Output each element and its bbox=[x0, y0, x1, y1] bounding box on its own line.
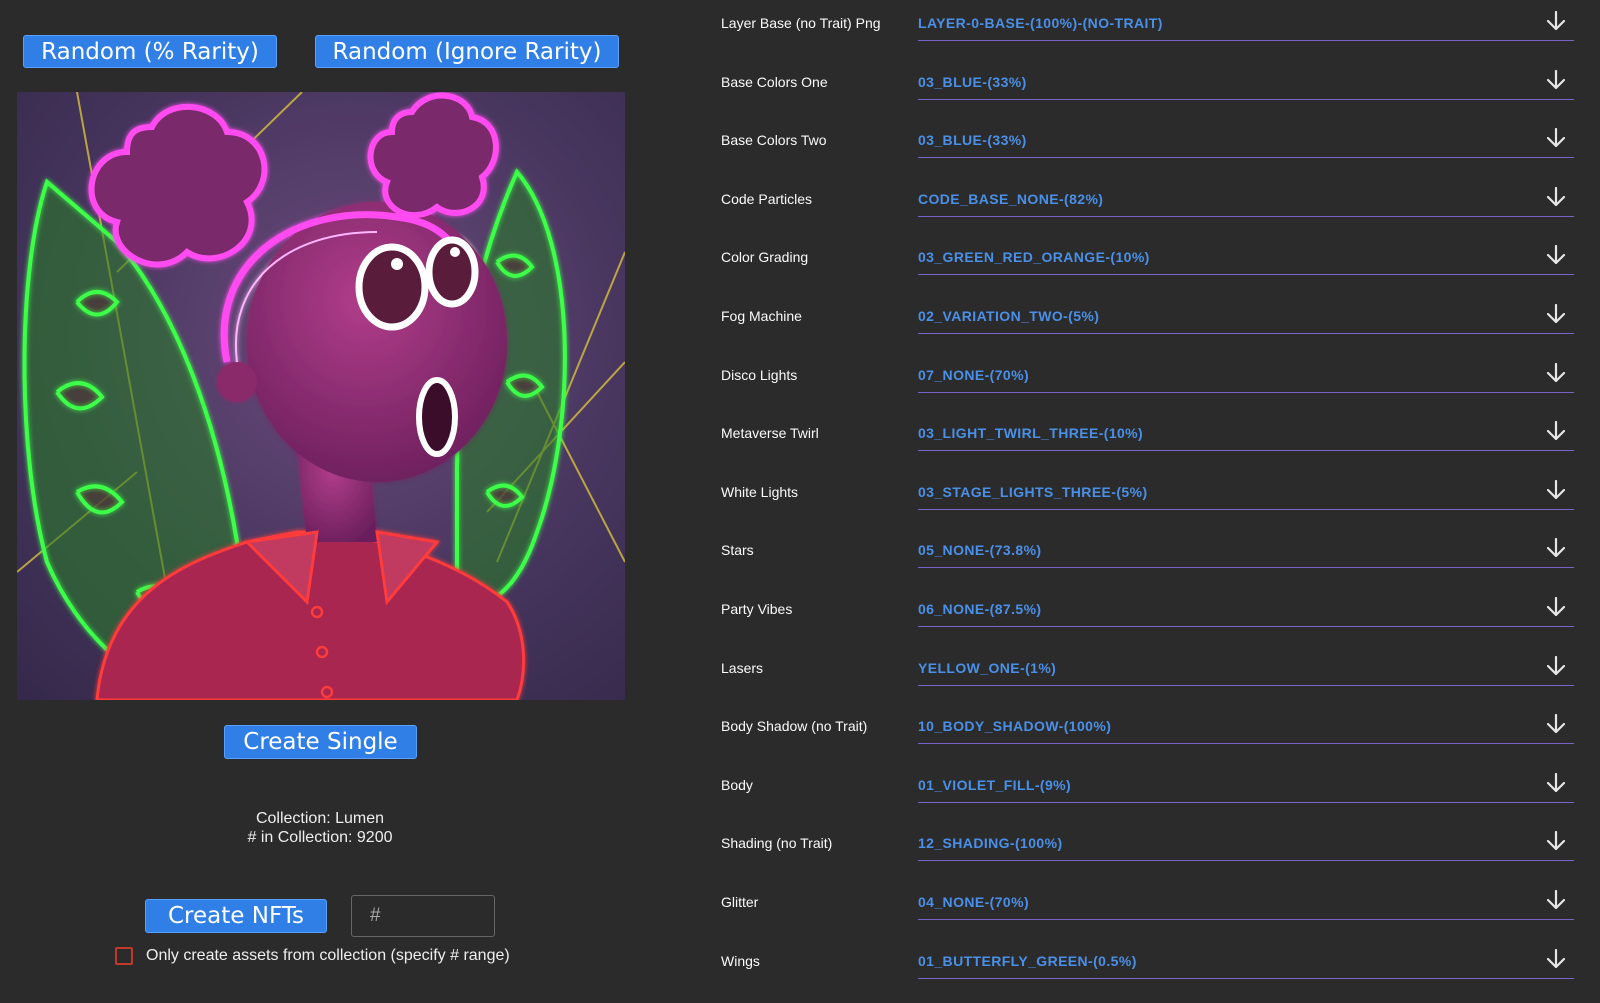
layer-name: Layer Base (no Trait) Png bbox=[721, 15, 881, 31]
layer-value: 06_NONE-(87.5%) bbox=[918, 601, 1042, 617]
arrow-down-icon[interactable] bbox=[1544, 654, 1568, 678]
layer-row: Stars 05_NONE-(73.8%) bbox=[721, 534, 1577, 592]
layer-row: Wings 01_BUTTERFLY_GREEN-(0.5%) bbox=[721, 945, 1577, 1003]
layer-value: 05_NONE-(73.8%) bbox=[918, 542, 1042, 559]
layer-row: Fog Machine 02_VARIATION_TWO-(5%) bbox=[721, 300, 1577, 358]
layer-name: Glitter bbox=[721, 894, 759, 910]
layer-select[interactable]: 02_VARIATION_TWO-(5%) bbox=[918, 300, 1574, 334]
layer-select[interactable]: 07_NONE-(70%) bbox=[918, 359, 1574, 393]
layer-value: 02_VARIATION_TWO-(5%) bbox=[918, 308, 1100, 324]
collection-name: Collection: Lumen bbox=[255, 810, 385, 827]
layer-value: 03_BLUE-(33%) bbox=[918, 73, 1027, 90]
layer-value: 03_BLUE-(33%) bbox=[918, 132, 1027, 149]
layer-row: Base Colors One 03_BLUE-(33%) bbox=[721, 66, 1577, 124]
layer-value: LAYER-0-BASE-(100%)-(NO-TRAIT) bbox=[918, 15, 1163, 31]
layer-value: 03_STAGE_LIGHTS_THREE-(5%) bbox=[918, 483, 1148, 500]
arrow-down-icon[interactable] bbox=[1544, 595, 1568, 619]
collection-range-checkbox[interactable] bbox=[115, 947, 133, 965]
layer-row: Lasers YELLOW_ONE-(1%) bbox=[721, 652, 1577, 710]
layer-name: White Lights bbox=[721, 483, 799, 500]
layer-row: Body Shadow (no Trait) 10_BODY_SHADOW-(10… bbox=[721, 710, 1577, 768]
layer-select[interactable]: YELLOW_ONE-(1%) bbox=[918, 652, 1574, 686]
layer-row: Color Grading 03_GREEN_RED_ORANGE-(10%) bbox=[721, 241, 1577, 299]
layer-name: Fog Machine bbox=[721, 308, 802, 324]
collection-info: Collection: Lumen # in Collection: 9200 bbox=[160, 809, 480, 847]
layer-select[interactable]: 05_NONE-(73.8%) bbox=[918, 534, 1574, 569]
layer-select[interactable]: 01_BUTTERFLY_GREEN-(0.5%) bbox=[918, 945, 1574, 979]
layer-value: 04_NONE-(70%) bbox=[918, 894, 1030, 910]
layer-name: Disco Lights bbox=[721, 366, 798, 383]
arrow-down-icon[interactable] bbox=[1544, 829, 1568, 853]
arrow-down-icon[interactable] bbox=[1544, 536, 1568, 560]
layer-row: Disco Lights 07_NONE-(70%) bbox=[721, 359, 1577, 417]
layer-name: Base Colors One bbox=[721, 73, 828, 90]
layer-value: CODE_BASE_NONE-(82%) bbox=[918, 190, 1104, 207]
arrow-down-icon[interactable] bbox=[1544, 68, 1568, 92]
collection-range-checkbox-row[interactable]: Only create assets from collection (spec… bbox=[115, 947, 510, 965]
layer-name: Wings bbox=[721, 952, 760, 969]
arrow-down-icon[interactable] bbox=[1544, 243, 1568, 267]
layer-row: White Lights 03_STAGE_LIGHTS_THREE-(5%) bbox=[721, 476, 1577, 534]
arrow-down-icon[interactable] bbox=[1544, 185, 1568, 209]
arrow-down-icon[interactable] bbox=[1544, 771, 1568, 795]
random-ignore-rarity-button[interactable]: Random (Ignore Rarity) bbox=[315, 35, 619, 68]
layer-name: Lasers bbox=[721, 659, 764, 676]
layer-row: Body 01_VIOLET_FILL-(9%) bbox=[721, 769, 1577, 827]
arrow-down-icon[interactable] bbox=[1544, 478, 1568, 502]
layer-name: Party Vibes bbox=[721, 601, 793, 617]
checkbox-label: Only create assets from collection (spec… bbox=[146, 947, 510, 964]
layer-value: 07_NONE-(70%) bbox=[918, 366, 1030, 383]
layer-value: 10_BODY_SHADOW-(100%) bbox=[918, 718, 1112, 735]
layer-row: Metaverse Twirl 03_LIGHT_TWIRL_THREE-(10%… bbox=[721, 417, 1577, 475]
layer-select[interactable]: 03_LIGHT_TWIRL_THREE-(10%) bbox=[918, 417, 1574, 452]
layer-select[interactable]: LAYER-0-BASE-(100%)-(NO-TRAIT) bbox=[918, 7, 1574, 41]
layer-select[interactable]: 01_VIOLET_FILL-(9%) bbox=[918, 769, 1574, 803]
layer-select[interactable]: 12_SHADING-(100%) bbox=[918, 827, 1574, 862]
nft-count-input[interactable] bbox=[351, 895, 495, 937]
arrow-down-icon[interactable] bbox=[1544, 419, 1568, 443]
layer-value: 03_LIGHT_TWIRL_THREE-(10%) bbox=[918, 425, 1144, 442]
arrow-down-icon[interactable] bbox=[1544, 126, 1568, 150]
layer-value: 01_BUTTERFLY_GREEN-(0.5%) bbox=[918, 952, 1137, 969]
layer-row: Glitter 04_NONE-(70%) bbox=[721, 886, 1577, 944]
layer-select[interactable]: 03_STAGE_LIGHTS_THREE-(5%) bbox=[918, 476, 1574, 510]
layer-value: YELLOW_ONE-(1%) bbox=[918, 659, 1057, 676]
layer-select[interactable]: 06_NONE-(87.5%) bbox=[918, 593, 1574, 627]
layer-select[interactable]: 04_NONE-(70%) bbox=[918, 886, 1574, 920]
create-single-button[interactable]: Create Single bbox=[224, 725, 417, 759]
layer-select[interactable]: 03_BLUE-(33%) bbox=[918, 124, 1574, 159]
layer-name: Body bbox=[721, 776, 753, 793]
random-rarity-button[interactable]: Random (% Rarity) bbox=[23, 35, 277, 68]
arrow-down-icon[interactable] bbox=[1544, 9, 1568, 33]
layer-row: Code Particles CODE_BASE_NONE-(82%) bbox=[721, 183, 1577, 241]
arrow-down-icon[interactable] bbox=[1544, 888, 1568, 912]
layer-value: 01_VIOLET_FILL-(9%) bbox=[918, 776, 1072, 793]
layer-name: Metaverse Twirl bbox=[721, 425, 819, 442]
nft-preview-image bbox=[17, 92, 625, 700]
layer-row: Party Vibes 06_NONE-(87.5%) bbox=[721, 593, 1577, 651]
layer-select[interactable]: 03_GREEN_RED_ORANGE-(10%) bbox=[918, 241, 1574, 276]
collection-count: # in Collection: 9200 bbox=[247, 829, 393, 846]
layer-name: Code Particles bbox=[721, 190, 813, 207]
layer-name: Color Grading bbox=[721, 249, 809, 266]
arrow-down-icon[interactable] bbox=[1544, 302, 1568, 326]
arrow-down-icon[interactable] bbox=[1544, 361, 1568, 385]
layer-value: 12_SHADING-(100%) bbox=[918, 835, 1063, 852]
layer-name: Stars bbox=[721, 542, 754, 559]
layer-select[interactable]: 10_BODY_SHADOW-(100%) bbox=[918, 710, 1574, 745]
layer-row: Shading (no Trait) 12_SHADING-(100%) bbox=[721, 827, 1577, 885]
layer-select[interactable]: 03_BLUE-(33%) bbox=[918, 66, 1574, 100]
arrow-down-icon[interactable] bbox=[1544, 712, 1568, 736]
layer-value: 03_GREEN_RED_ORANGE-(10%) bbox=[918, 249, 1150, 266]
layer-name: Shading (no Trait) bbox=[721, 835, 833, 852]
create-nfts-button[interactable]: Create NFTs bbox=[145, 899, 327, 933]
arrow-down-icon[interactable] bbox=[1544, 947, 1568, 971]
layer-select[interactable]: CODE_BASE_NONE-(82%) bbox=[918, 183, 1574, 217]
layer-name: Body Shadow (no Trait) bbox=[721, 718, 868, 735]
layer-name: Base Colors Two bbox=[721, 132, 827, 149]
layer-row: Layer Base (no Trait) Png LAYER-0-BASE-(1… bbox=[721, 7, 1577, 65]
layer-row: Base Colors Two 03_BLUE-(33%) bbox=[721, 124, 1577, 182]
